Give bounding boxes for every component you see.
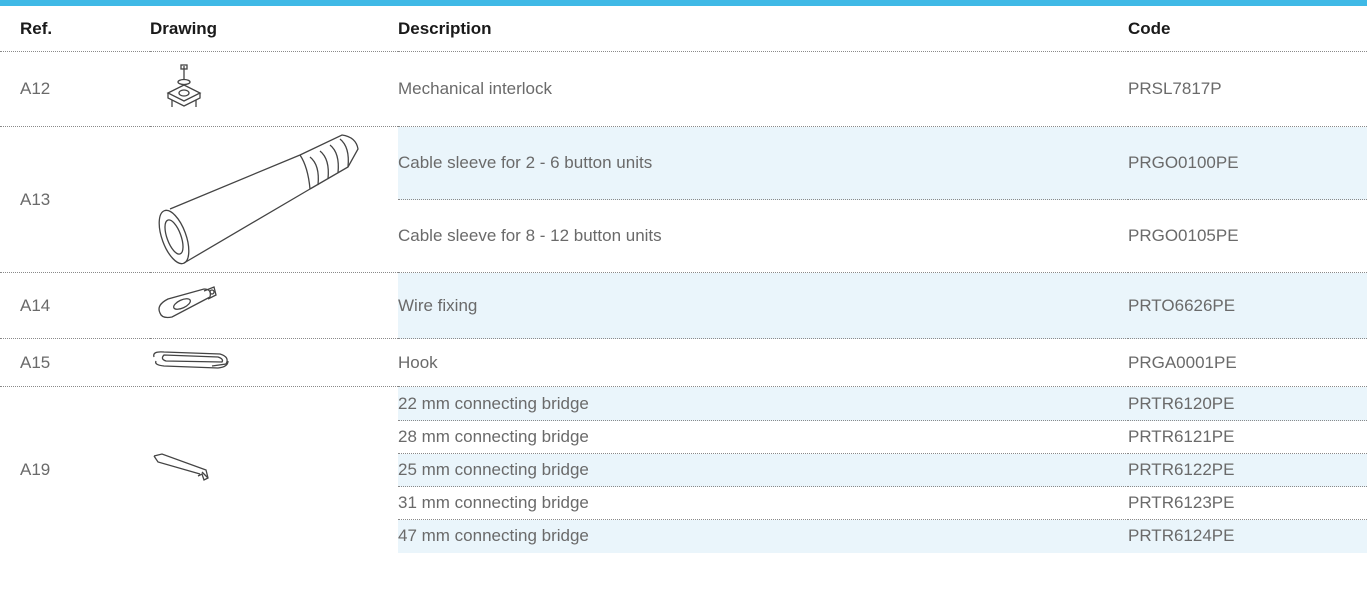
- drawing-cell: [150, 272, 398, 339]
- header-ref: Ref.: [0, 6, 150, 52]
- table-row: A14 Wire fixing PRTO6626PE: [0, 272, 1367, 339]
- header-description: Description: [398, 6, 1128, 52]
- cable-sleeve-icon: [150, 127, 365, 272]
- description-cell: Hook: [398, 338, 1128, 387]
- wire-fixing-icon: [152, 283, 232, 328]
- hook-icon: [150, 349, 232, 376]
- code-cell: PRTR6122PE: [1128, 453, 1367, 487]
- drawing-cell: [150, 51, 398, 127]
- table-row: A15 Hook PRGA0001PE: [0, 338, 1367, 387]
- description-cell: Cable sleeve for 2 - 6 button units: [398, 126, 1128, 200]
- table-row: A13 Cable sleeve for 2 - 6 button units …: [0, 126, 1367, 273]
- description-cell: 25 mm connecting bridge: [398, 453, 1128, 487]
- drawing-cell: [150, 338, 398, 387]
- ref-cell: A13: [0, 126, 150, 273]
- description-cell: 22 mm connecting bridge: [398, 386, 1128, 421]
- code-cell: PRTR6120PE: [1128, 386, 1367, 421]
- table-row: A12 Mechanical interlock PRSL7817P: [0, 51, 1367, 127]
- ref-cell: A12: [0, 51, 150, 127]
- code-cell: PRTR6123PE: [1128, 486, 1367, 520]
- code-cell: PRTO6626PE: [1128, 272, 1367, 339]
- code-cell: PRTR6124PE: [1128, 519, 1367, 553]
- drawing-cell: [150, 126, 398, 273]
- code-cell: PRGO0100PE: [1128, 126, 1367, 200]
- header-code: Code: [1128, 6, 1367, 52]
- description-cell: 31 mm connecting bridge: [398, 486, 1128, 520]
- parts-table: Ref. Drawing Description Code A12 Mechan…: [0, 6, 1367, 553]
- drawing-cell: [150, 387, 398, 553]
- code-cell: PRSL7817P: [1128, 51, 1367, 127]
- mechanical-interlock-icon: [160, 63, 208, 116]
- header-drawing: Drawing: [150, 6, 398, 52]
- code-cell: PRGO0105PE: [1128, 199, 1367, 273]
- description-cell: Cable sleeve for 8 - 12 button units: [398, 199, 1128, 273]
- code-cell: PRTR6121PE: [1128, 420, 1367, 454]
- code-cell: PRGA0001PE: [1128, 338, 1367, 387]
- description-cell: Mechanical interlock: [398, 51, 1128, 127]
- table-row: A19 22 mm connecting bridge PRTR6120PE: [0, 386, 1367, 482]
- ref-cell: A15: [0, 338, 150, 387]
- ref-cell: A19: [20, 459, 51, 479]
- description-cell: 47 mm connecting bridge: [398, 519, 1128, 553]
- description-cell: Wire fixing: [398, 272, 1128, 339]
- ref-cell: A14: [0, 272, 150, 339]
- description-cell: 28 mm connecting bridge: [398, 420, 1128, 454]
- table-header-row: Ref. Drawing Description Code: [0, 6, 1367, 52]
- connecting-bridge-icon: [152, 452, 212, 487]
